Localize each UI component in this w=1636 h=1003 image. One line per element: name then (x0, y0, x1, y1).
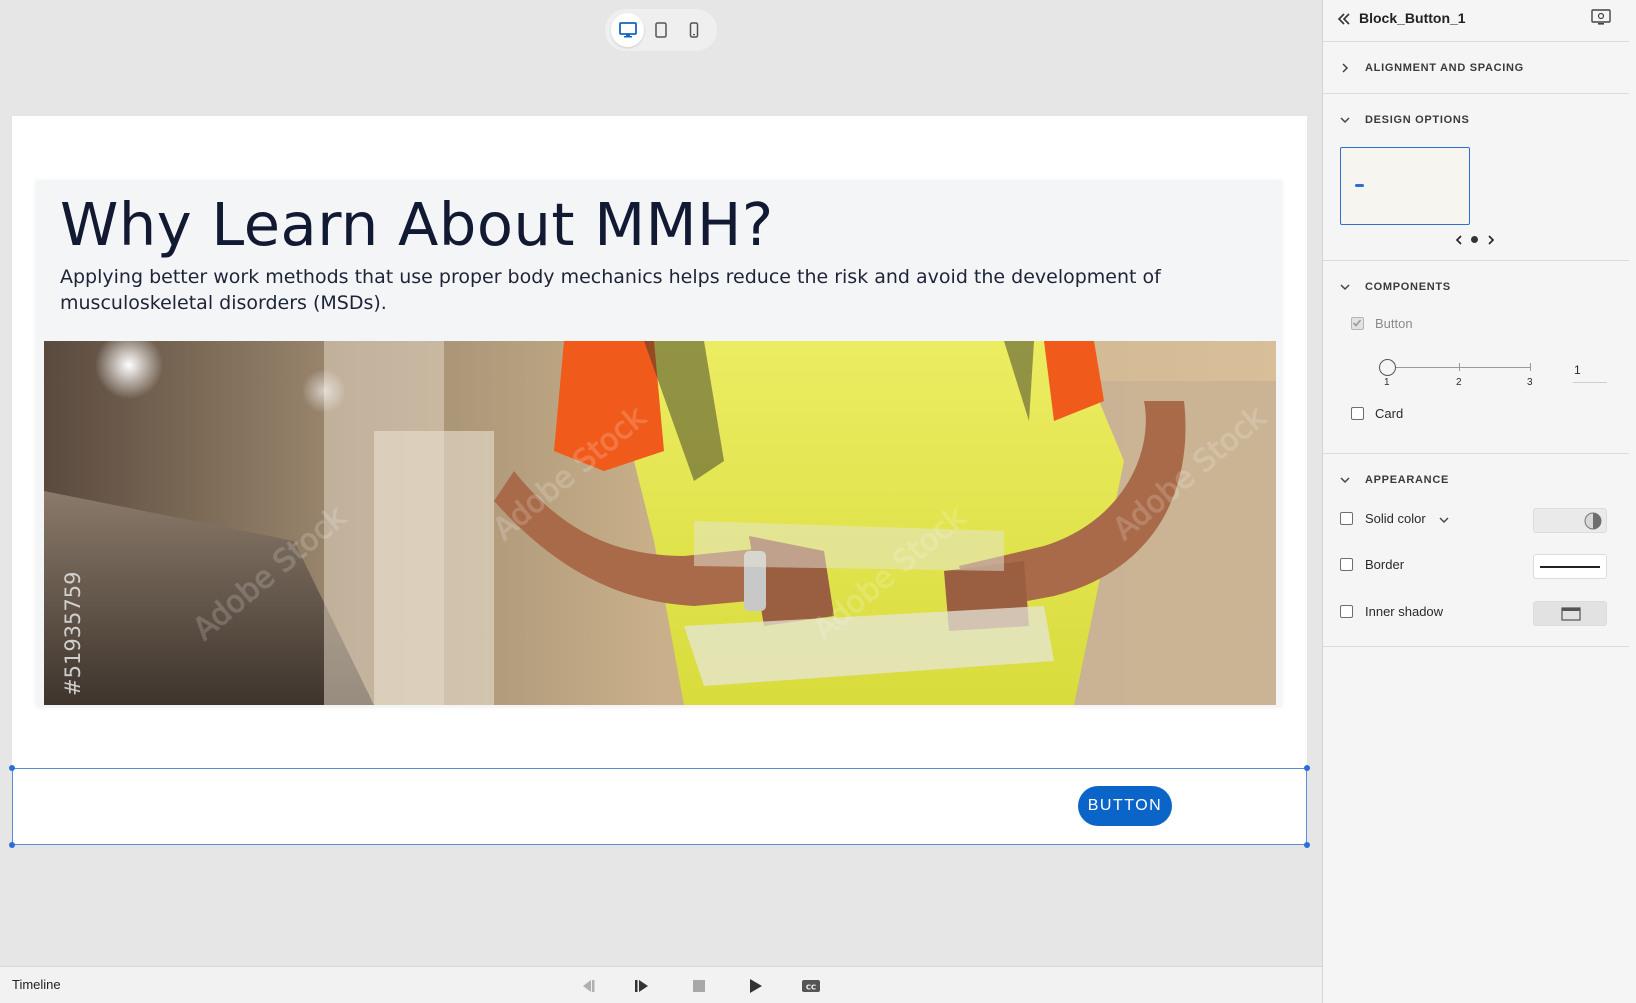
closed-captions-button[interactable]: CC (800, 975, 822, 997)
section-components: COMPONENTS Button 1 2 3 1 Card (1323, 261, 1629, 454)
inner-shadow-label: Inner shadow (1365, 604, 1444, 619)
resize-handle-bottom-left[interactable] (9, 842, 15, 848)
inner-shadow-icon (1561, 607, 1581, 621)
inner-shadow-picker[interactable] (1533, 601, 1607, 626)
section-title: DESIGN OPTIONS (1365, 114, 1470, 126)
chevron-down-icon[interactable] (1339, 474, 1351, 486)
solid-color-dropdown-chevron-down-icon[interactable] (1438, 514, 1450, 526)
canvas-area: Why Learn About MMH? Applying better wor… (0, 0, 1322, 966)
desktop-icon (618, 22, 637, 38)
image-watermark-id: #51935759 (61, 572, 85, 696)
content-card[interactable]: Why Learn About MMH? Applying better wor… (36, 180, 1282, 706)
resize-handle-top-left[interactable] (9, 765, 15, 771)
border-style-picker[interactable] (1533, 554, 1607, 579)
step-back-icon (583, 980, 595, 992)
section-title: APPEARANCE (1365, 474, 1450, 486)
section-appearance: APPEARANCE Solid color Border Inner shad… (1323, 454, 1629, 647)
card-checkbox-label: Card (1375, 406, 1404, 421)
previous-slide-button[interactable] (576, 975, 598, 997)
design-option-thumbnail[interactable] (1340, 147, 1470, 225)
button-checkbox-label: Button (1375, 316, 1413, 331)
properties-panel: Block_Button_1 ALIGNMENT AND SPACING DES… (1322, 0, 1636, 1003)
slider-tick (1530, 363, 1531, 371)
color-wheel-icon (1584, 512, 1602, 530)
pager-dot (1471, 236, 1478, 243)
chevron-down-icon[interactable] (1339, 281, 1351, 293)
slider-tick-label: 2 (1456, 377, 1462, 388)
slider-tick-label: 1 (1384, 377, 1390, 388)
timeline-label[interactable]: Timeline (12, 977, 61, 992)
solid-color-label: Solid color (1365, 511, 1426, 526)
collapse-panel-icon[interactable] (1337, 12, 1351, 26)
slide-title[interactable]: Why Learn About MMH? (60, 190, 774, 259)
panel-title: Block_Button_1 (1359, 10, 1466, 26)
mobile-icon (690, 22, 699, 38)
slider-tick (1459, 363, 1460, 371)
inner-shadow-checkbox[interactable] (1340, 605, 1353, 618)
solid-color-checkbox[interactable] (1340, 512, 1353, 525)
resize-handle-top-right[interactable] (1304, 765, 1310, 771)
slider-thumb[interactable] (1379, 359, 1396, 376)
border-label: Border (1365, 557, 1405, 572)
hero-image[interactable]: Adobe Stock Adobe Stock Adobe Stock Adob… (44, 341, 1276, 705)
checkmark-icon (1352, 319, 1362, 327)
next-slide-button[interactable] (631, 975, 653, 997)
play-button[interactable] (744, 975, 766, 997)
slider-value-field[interactable]: 1 (1573, 363, 1607, 383)
solid-color-swatch[interactable] (1533, 508, 1607, 533)
tablet-icon (655, 22, 667, 38)
button-block-selected[interactable]: BUTTON (9, 765, 1310, 848)
device-switcher (605, 9, 717, 51)
slide-description[interactable]: Applying better work methods that use pr… (60, 264, 1260, 316)
chevron-down-icon[interactable] (1339, 114, 1351, 126)
desktop-view-button[interactable] (611, 13, 645, 47)
panel-header: Block_Button_1 (1323, 0, 1629, 42)
thumbnail-button-preview (1355, 184, 1364, 187)
button-checkbox[interactable] (1351, 317, 1364, 330)
step-forward-icon (635, 980, 648, 992)
section-alignment-and-spacing[interactable]: ALIGNMENT AND SPACING (1323, 42, 1629, 94)
section-title: COMPONENTS (1365, 281, 1451, 293)
svg-text:CC: CC (806, 984, 816, 992)
section-design-options: DESIGN OPTIONS (1323, 94, 1629, 261)
timeline-bar: Timeline CC (0, 966, 1322, 1003)
previous-option-icon[interactable] (1454, 234, 1464, 246)
mobile-view-button[interactable] (678, 13, 711, 47)
border-line-preview (1540, 566, 1600, 568)
button-count-slider[interactable]: 1 2 3 (1377, 358, 1547, 388)
play-icon (750, 979, 762, 993)
stop-button[interactable] (688, 975, 710, 997)
border-checkbox[interactable] (1340, 558, 1353, 571)
slider-tick-label: 3 (1527, 377, 1533, 388)
card-checkbox[interactable] (1351, 407, 1364, 420)
cta-button[interactable]: BUTTON (1078, 786, 1172, 826)
slider-value: 1 (1574, 363, 1581, 377)
chevron-right-icon (1342, 63, 1349, 73)
closed-captions-icon: CC (802, 980, 820, 992)
preview-icon[interactable] (1591, 9, 1611, 27)
next-option-icon[interactable] (1486, 234, 1496, 246)
tablet-view-button[interactable] (644, 13, 677, 47)
slide[interactable]: Why Learn About MMH? Applying better wor… (9, 116, 1310, 848)
section-title: ALIGNMENT AND SPACING (1365, 62, 1524, 74)
stop-icon (693, 980, 705, 992)
resize-handle-bottom-right[interactable] (1304, 842, 1310, 848)
